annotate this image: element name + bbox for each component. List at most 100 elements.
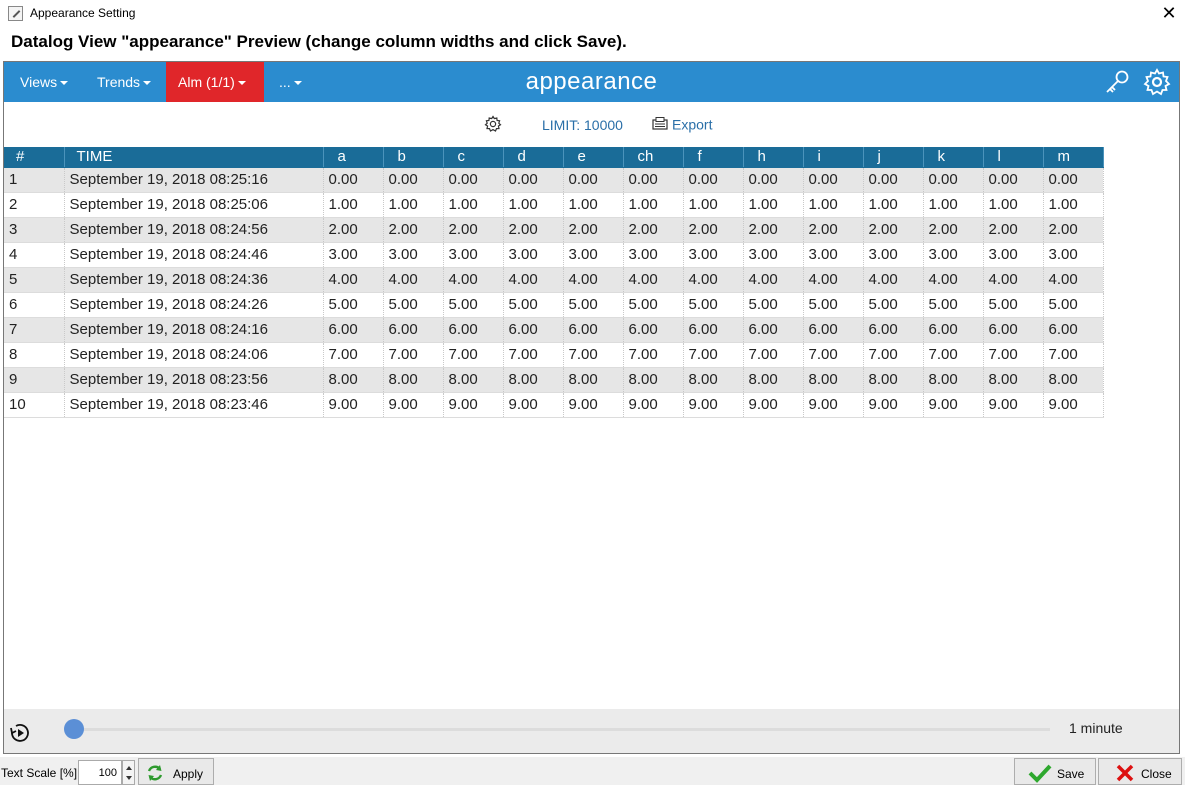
table-cell: 8.00 (803, 367, 864, 393)
table-cell: 8.00 (743, 367, 804, 393)
table-cell: 2.00 (983, 217, 1044, 243)
column-header[interactable]: f (683, 147, 744, 168)
export-button[interactable]: Export (652, 115, 712, 135)
table-cell: 3.00 (323, 242, 384, 268)
table-cell: 8.00 (383, 367, 444, 393)
column-header[interactable]: m (1043, 147, 1104, 168)
save-button[interactable]: Save (1014, 758, 1096, 785)
table-cell: 3 (4, 217, 65, 243)
table-cell: 7.00 (503, 342, 564, 368)
text-scale-label: Text Scale [%]: (1, 766, 81, 780)
table-row[interactable]: 6 September 19, 2018 08:24:26 5.00 5.00 5.00… (4, 292, 1104, 318)
gear-icon[interactable] (1143, 68, 1171, 96)
column-header[interactable]: a (323, 147, 384, 168)
table-cell: 1.00 (983, 192, 1044, 218)
table-row[interactable]: 9 September 19, 2018 08:23:56 8.00 8.00 8.00… (4, 367, 1104, 393)
column-header[interactable]: c (443, 147, 504, 168)
views-menu[interactable]: Views (8, 62, 80, 102)
table-cell: 7.00 (443, 342, 504, 368)
title-bar: Appearance Setting ✕ (0, 0, 1185, 28)
table-cell: September 19, 2018 08:23:56 (64, 367, 324, 393)
table-cell: 9.00 (863, 392, 924, 418)
table-cell: 9.00 (503, 392, 564, 418)
table-cell: 3.00 (1043, 242, 1104, 268)
table-cell: September 19, 2018 08:24:06 (64, 342, 324, 368)
table-cell: 4.00 (383, 267, 444, 293)
table-cell: September 19, 2018 08:25:06 (64, 192, 324, 218)
table-cell: 0.00 (503, 167, 564, 193)
table-cell: 2.00 (623, 217, 684, 243)
table-cell: 6.00 (683, 317, 744, 343)
table-row[interactable]: 5 September 19, 2018 08:24:36 4.00 4.00 4.00… (4, 267, 1104, 293)
trends-menu[interactable]: Trends (85, 62, 163, 102)
table-cell: 8.00 (863, 367, 924, 393)
table-cell: 2.00 (503, 217, 564, 243)
spin-up-icon[interactable] (126, 766, 132, 770)
table-cell: 4.00 (743, 267, 804, 293)
replay-icon[interactable] (8, 721, 32, 745)
window-close-button[interactable]: ✕ (1159, 3, 1179, 23)
column-header[interactable]: TIME (64, 147, 324, 168)
table-cell: September 19, 2018 08:24:46 (64, 242, 324, 268)
preview-frame: Views Trends Alm (1/1) ... appearance LI… (3, 61, 1180, 754)
table-cell: 2.00 (923, 217, 984, 243)
table-row[interactable]: 1 September 19, 2018 08:25:16 0.00 0.00 0.00… (4, 167, 1104, 193)
spin-down-icon[interactable] (126, 776, 132, 780)
column-header[interactable]: j (863, 147, 924, 168)
table-cell: 6.00 (383, 317, 444, 343)
table-cell: 8.00 (923, 367, 984, 393)
table-cell: 3.00 (683, 242, 744, 268)
table-cell: 9.00 (1043, 392, 1104, 418)
views-menu-label: Views (20, 74, 58, 90)
column-header[interactable]: b (383, 147, 444, 168)
table-row[interactable]: 8 September 19, 2018 08:24:06 7.00 7.00 7.00… (4, 342, 1104, 368)
table-cell: 10 (4, 392, 65, 418)
table-row[interactable]: 10 September 19, 2018 08:23:46 9.00 9.00 9.0… (4, 392, 1104, 418)
table-row[interactable]: 4 September 19, 2018 08:24:46 3.00 3.00 3.00… (4, 242, 1104, 268)
table-cell: 0.00 (323, 167, 384, 193)
table-row[interactable]: 3 September 19, 2018 08:24:56 2.00 2.00 2.00… (4, 217, 1104, 243)
column-header[interactable]: k (923, 147, 984, 168)
table-cell: 2.00 (803, 217, 864, 243)
table-cell: 6.00 (563, 317, 624, 343)
table-cell: 4.00 (683, 267, 744, 293)
table-cell: 3.00 (503, 242, 564, 268)
column-header[interactable]: l (983, 147, 1044, 168)
column-header[interactable]: e (563, 147, 624, 168)
close-button[interactable]: Close (1098, 758, 1182, 785)
more-menu[interactable]: ... (267, 62, 314, 102)
alarm-menu[interactable]: Alm (1/1) (166, 62, 264, 102)
table-cell: 1.00 (683, 192, 744, 218)
column-header[interactable]: d (503, 147, 564, 168)
table-cell: 8.00 (323, 367, 384, 393)
column-header[interactable]: # (4, 147, 65, 168)
column-header[interactable]: h (743, 147, 804, 168)
apply-button[interactable]: Apply (138, 758, 214, 785)
table-row[interactable]: 2 September 19, 2018 08:25:06 1.00 1.00 1.00… (4, 192, 1104, 218)
table-cell: 5.00 (863, 292, 924, 318)
table-cell: 3.00 (983, 242, 1044, 268)
table-cell: 4.00 (803, 267, 864, 293)
dialog-footer: Text Scale [%]: 100 Apply Save Close (0, 757, 1185, 785)
table-cell: 6.00 (623, 317, 684, 343)
table-cell: 4.00 (863, 267, 924, 293)
table-cell: 8.00 (983, 367, 1044, 393)
text-scale-input[interactable]: 100 (78, 760, 122, 785)
time-slider-thumb[interactable] (64, 719, 84, 739)
gear-icon[interactable] (484, 115, 502, 133)
table-cell: 3.00 (383, 242, 444, 268)
table-cell: 8.00 (683, 367, 744, 393)
table-cell: 9.00 (923, 392, 984, 418)
table-row[interactable]: 7 September 19, 2018 08:24:16 6.00 6.00 6.00… (4, 317, 1104, 343)
text-scale-spinner[interactable] (122, 760, 135, 785)
column-header[interactable]: ch (623, 147, 684, 168)
table-cell: 1.00 (743, 192, 804, 218)
table-cell: 4.00 (983, 267, 1044, 293)
column-header[interactable]: i (803, 147, 864, 168)
table-cell: 7.00 (623, 342, 684, 368)
time-slider-track[interactable] (74, 728, 1050, 731)
key-icon[interactable] (1103, 68, 1131, 96)
table-cell: 6.00 (503, 317, 564, 343)
table-cell: 8.00 (623, 367, 684, 393)
limit-label[interactable]: LIMIT: 10000 (542, 117, 623, 133)
